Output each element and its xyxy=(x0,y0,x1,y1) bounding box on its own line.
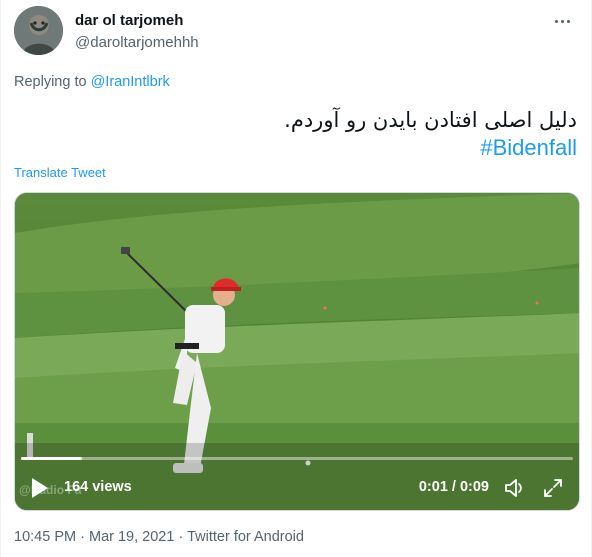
video-progress-bar[interactable] xyxy=(21,457,573,460)
meta-separator-2: · xyxy=(178,529,184,545)
tweet-source[interactable]: Twitter for Android xyxy=(187,529,304,545)
play-icon[interactable] xyxy=(29,476,51,500)
hashtag-link[interactable]: #Bidenfall xyxy=(480,134,577,162)
meta-separator: · xyxy=(80,529,85,545)
display-name[interactable]: dar ol tarjomeh xyxy=(75,12,183,29)
tweet-text: دلیل اصلی افتادن بایدن رو آوردم. xyxy=(284,108,577,132)
video-frame xyxy=(15,193,579,510)
translate-tweet-button[interactable]: Translate Tweet xyxy=(14,165,106,180)
replying-to: Replying to @IranIntlbrk xyxy=(14,74,170,90)
video-controls: 164 views 0:01 / 0:09 xyxy=(15,466,579,510)
tweet-card: dar ol tarjomeh @daroltarjomehhh Replyin… xyxy=(0,0,592,557)
replying-to-link[interactable]: @IranIntlbrk xyxy=(91,74,170,90)
video-time: 0:01 / 0:09 xyxy=(418,479,489,495)
video-progress-fill xyxy=(21,457,82,460)
avatar[interactable] xyxy=(14,6,63,55)
replying-to-label: Replying to xyxy=(14,74,87,90)
view-count: 164 views xyxy=(64,479,132,495)
tweet-metadata: 10:45 PM · Mar 19, 2021 · Twitter for An… xyxy=(14,529,304,545)
fullscreen-icon[interactable] xyxy=(542,477,564,499)
volume-icon[interactable] xyxy=(503,476,527,500)
tweet-date[interactable]: Mar 19, 2021 xyxy=(89,529,174,545)
user-handle[interactable]: @daroltarjomehhh xyxy=(75,34,199,51)
video-player[interactable]: @Radio Fa 164 views 0:01 / 0:09 xyxy=(14,192,580,511)
more-options-icon[interactable] xyxy=(549,8,575,34)
tweet-timestamp[interactable]: 10:45 PM xyxy=(14,529,76,545)
